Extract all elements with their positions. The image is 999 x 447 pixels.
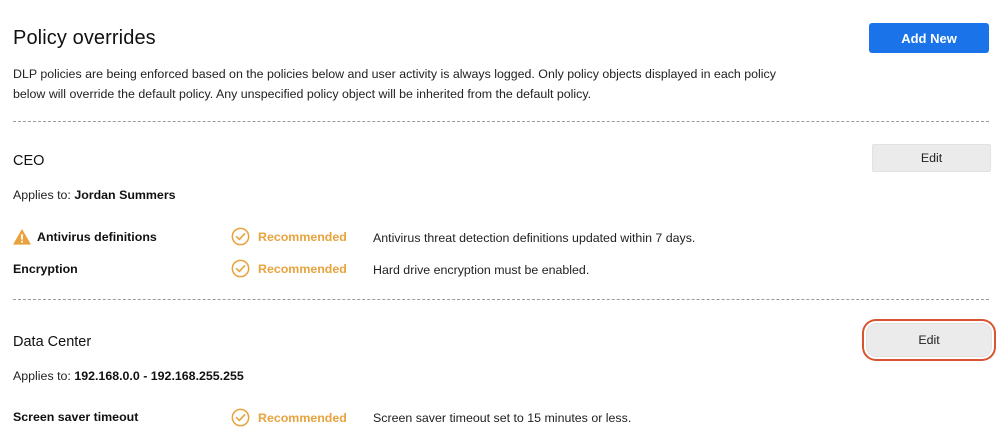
policy-object-screen-saver: Screen saver timeout	[13, 410, 138, 424]
policy-object-antivirus: Antivirus definitions	[13, 229, 157, 245]
check-circle-icon	[231, 408, 250, 427]
section-divider	[13, 121, 989, 122]
status-recommended: Recommended	[231, 227, 347, 246]
status-label: Recommended	[258, 229, 347, 244]
status-label: Recommended	[258, 261, 347, 276]
applies-to-ceo: Applies to: Jordan Summers	[13, 188, 176, 202]
policy-object-encryption: Encryption	[13, 262, 78, 276]
status-recommended: Recommended	[231, 408, 347, 427]
warning-triangle-icon	[13, 229, 31, 245]
policy-object-description: Screen saver timeout set to 15 minutes o…	[373, 411, 632, 425]
policy-overrides-page: Policy overrides Add New DLP policies ar…	[0, 0, 999, 447]
policy-title-data-center: Data Center	[13, 334, 92, 350]
status-label: Recommended	[258, 410, 347, 425]
applies-to-label: Applies to:	[13, 188, 71, 202]
edit-button-ceo[interactable]: Edit	[872, 144, 991, 172]
edit-button-data-center[interactable]: Edit	[866, 323, 992, 357]
policy-object-description: Antivirus threat detection definitions u…	[373, 231, 696, 245]
policy-object-label: Encryption	[13, 262, 78, 276]
policy-object-label: Screen saver timeout	[13, 410, 139, 424]
policy-object-label: Antivirus definitions	[37, 230, 157, 244]
status-recommended: Recommended	[231, 259, 347, 278]
policy-title-ceo: CEO	[13, 153, 45, 169]
applies-to-data-center: Applies to: 192.168.0.0 - 192.168.255.25…	[13, 369, 244, 383]
check-circle-icon	[231, 227, 250, 246]
check-circle-icon	[231, 259, 250, 278]
applies-to-value: 192.168.0.0 - 192.168.255.255	[74, 369, 244, 383]
applies-to-value: Jordan Summers	[74, 188, 176, 202]
add-new-button[interactable]: Add New	[869, 23, 989, 53]
policy-object-description: Hard drive encryption must be enabled.	[373, 263, 590, 277]
page-description: DLP policies are being enforced based on…	[13, 67, 776, 101]
section-divider	[13, 299, 989, 300]
applies-to-label: Applies to:	[13, 369, 71, 383]
page-title: Policy overrides	[13, 27, 156, 49]
